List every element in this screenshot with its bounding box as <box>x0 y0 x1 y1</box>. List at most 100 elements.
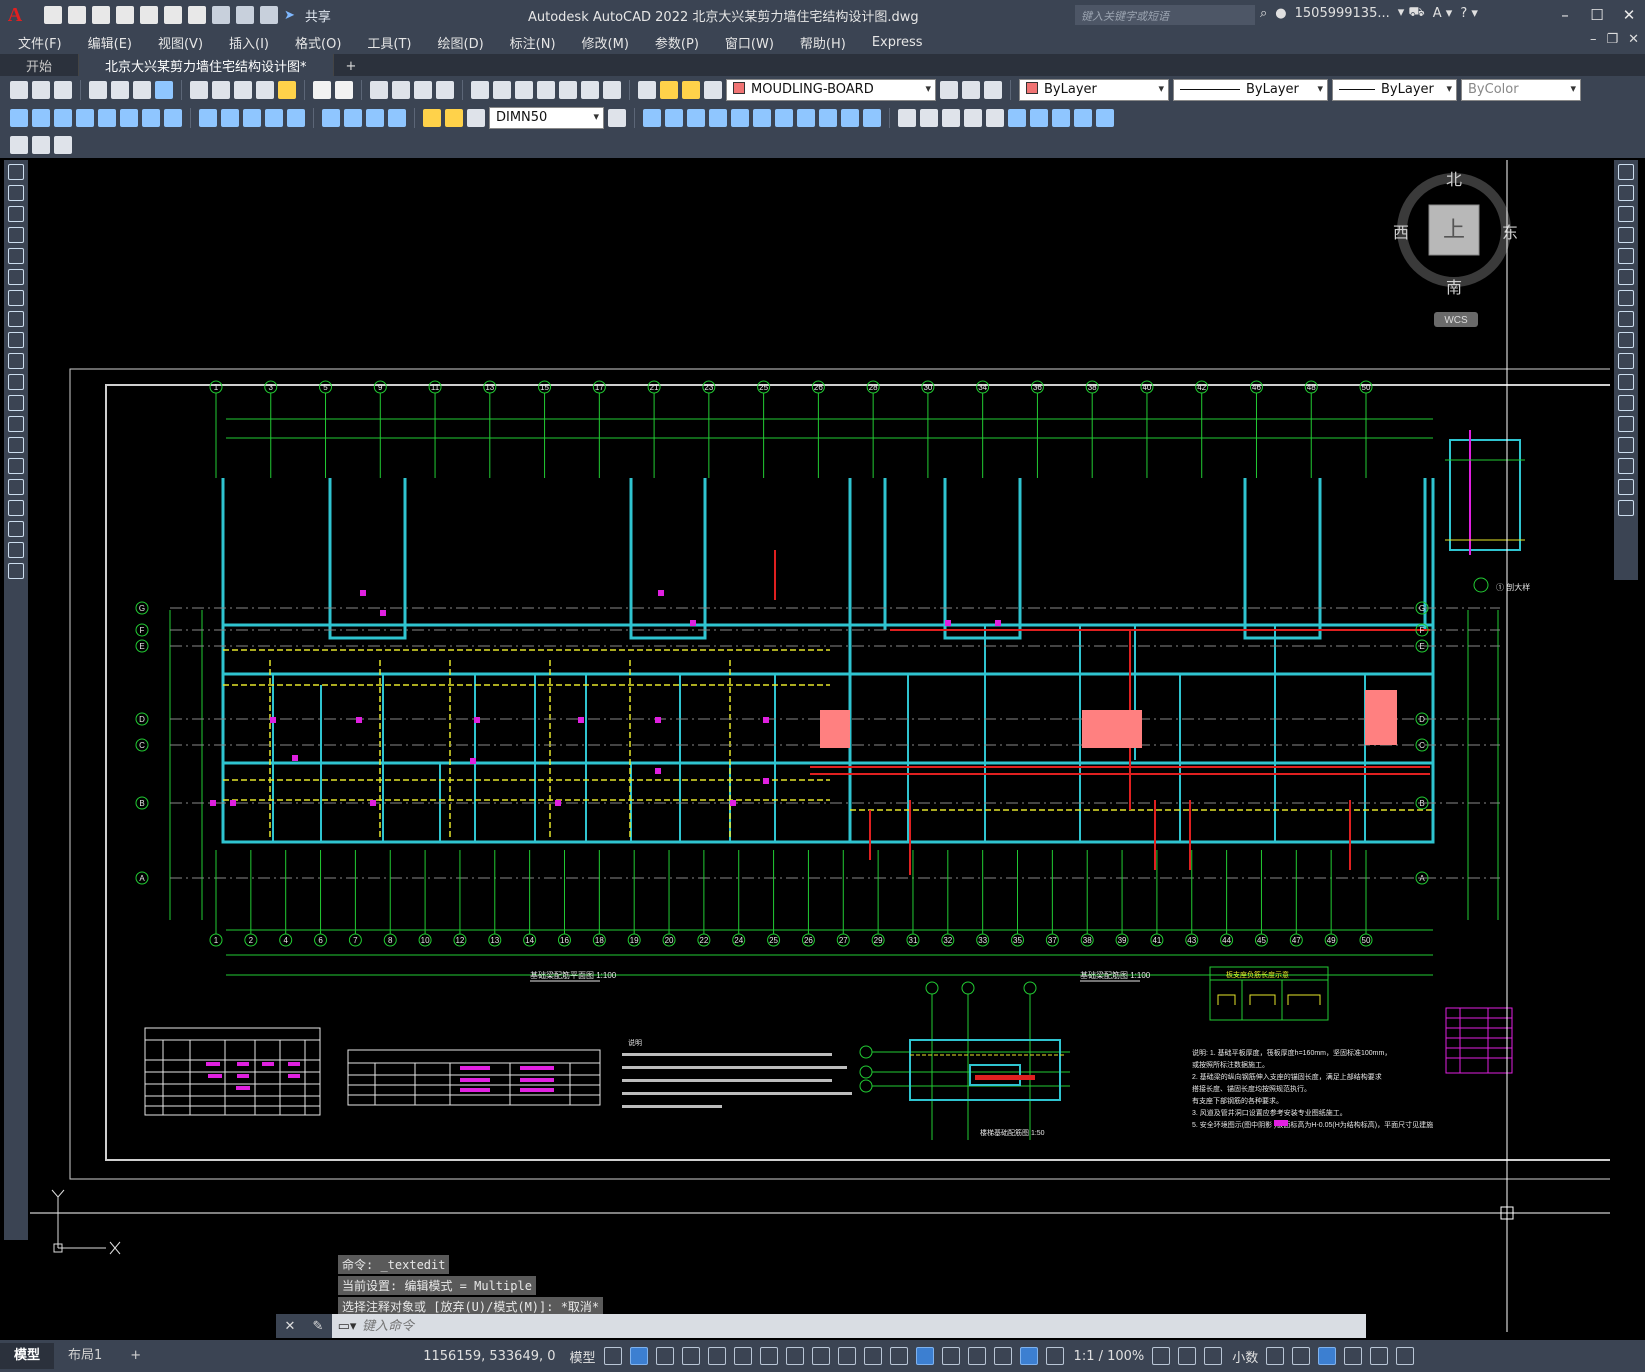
new-icon[interactable] <box>10 81 28 99</box>
linear-dim-icon[interactable] <box>10 109 28 127</box>
menu-item[interactable]: 绘图(D) <box>438 33 484 52</box>
tab-layout[interactable]: 布局1 <box>54 1343 116 1369</box>
redo-icon[interactable] <box>335 81 353 99</box>
scale-icon[interactable] <box>1618 311 1634 327</box>
polyline-icon[interactable] <box>8 206 24 222</box>
command-input[interactable] <box>362 1318 1366 1334</box>
revcloud-icon[interactable] <box>8 311 24 327</box>
menu-item[interactable]: 窗口(W) <box>725 33 774 52</box>
add-layout-button[interactable]: + <box>116 1343 155 1369</box>
dim-break-icon[interactable] <box>287 109 305 127</box>
cut-icon[interactable] <box>190 81 208 99</box>
transparency-icon[interactable] <box>863 1347 882 1365</box>
rectangle-icon[interactable] <box>8 248 24 264</box>
join-icon[interactable] <box>1618 416 1634 432</box>
aligned-dim-icon[interactable] <box>32 109 50 127</box>
union-icon[interactable] <box>898 109 916 127</box>
properties-icon[interactable] <box>471 81 489 99</box>
continue-dim-icon[interactable] <box>243 109 261 127</box>
ortho-icon[interactable] <box>707 1347 726 1365</box>
viewcube-east[interactable]: 东 <box>1502 224 1518 242</box>
calculator-icon[interactable] <box>581 81 599 99</box>
array-icon[interactable] <box>1618 248 1634 264</box>
jogged-linear-icon[interactable] <box>388 109 406 127</box>
layer-properties-icon[interactable] <box>638 81 656 99</box>
make-current-layer-icon[interactable] <box>940 81 958 99</box>
tab-drawing[interactable]: 北京大兴某剪力墙住宅结构设计图* <box>79 54 334 76</box>
3d-dwf-icon[interactable] <box>155 81 173 99</box>
dynamic-input-icon[interactable] <box>681 1347 700 1365</box>
trim-icon[interactable] <box>1618 353 1634 369</box>
menu-item[interactable]: 标注(N) <box>510 33 556 52</box>
dim-style-icon[interactable] <box>608 109 626 127</box>
customization-icon[interactable] <box>1396 1347 1415 1365</box>
units-icon[interactable] <box>1204 1347 1223 1365</box>
print-preview-icon[interactable] <box>111 81 129 99</box>
inspection-icon[interactable] <box>366 109 384 127</box>
copy-icon[interactable] <box>1618 185 1634 201</box>
rotate-icon[interactable] <box>1618 290 1634 306</box>
quick-dim-icon[interactable] <box>199 109 217 127</box>
open-web-icon[interactable] <box>140 6 158 24</box>
dim-text-edit-icon[interactable] <box>445 109 463 127</box>
doc-minimize-icon[interactable]: – <box>1590 32 1597 47</box>
extrude-icon[interactable] <box>797 109 815 127</box>
customize-command-icon[interactable]: ✎ <box>313 1319 324 1334</box>
save-as-icon[interactable] <box>116 6 134 24</box>
pyramid-icon[interactable] <box>775 109 793 127</box>
spline-icon[interactable] <box>8 332 24 348</box>
dim-space-icon[interactable] <box>265 109 283 127</box>
open-icon[interactable] <box>32 81 50 99</box>
graphics-performance-icon[interactable] <box>1344 1347 1363 1365</box>
help-search-input[interactable]: 键入关键字或短语 <box>1075 5 1255 25</box>
layer-previous-icon[interactable] <box>962 81 980 99</box>
cone-icon[interactable] <box>709 109 727 127</box>
selection-filter-icon[interactable] <box>967 1347 986 1365</box>
tolerance-icon[interactable] <box>322 109 340 127</box>
grid-icon[interactable] <box>603 1347 622 1365</box>
menu-item[interactable]: 视图(V) <box>158 33 203 52</box>
snap-icon[interactable] <box>629 1347 648 1365</box>
layer-lock-icon[interactable] <box>704 81 722 99</box>
layer-freeze-icon[interactable] <box>682 81 700 99</box>
zoom-window-icon[interactable] <box>414 81 432 99</box>
wedge-icon[interactable] <box>731 109 749 127</box>
menu-item[interactable]: 参数(P) <box>655 33 699 52</box>
menu-item[interactable]: 工具(T) <box>367 33 411 52</box>
dim-edit-icon[interactable] <box>423 109 441 127</box>
break-icon[interactable] <box>1618 395 1634 411</box>
search-icon[interactable]: ⌕ <box>1260 6 1267 21</box>
3d-osnap-icon[interactable] <box>915 1347 934 1365</box>
help-icon[interactable]: ? ▾ <box>1460 6 1478 21</box>
3d-array-icon[interactable] <box>1074 109 1092 127</box>
viewcube-south[interactable]: 南 <box>1446 279 1462 297</box>
auto-scale-icon[interactable] <box>1045 1347 1064 1365</box>
quick-properties-icon[interactable] <box>1266 1347 1285 1365</box>
viewcube-west[interactable]: 西 <box>1393 225 1409 242</box>
extend-icon[interactable] <box>1618 374 1634 390</box>
3d-rotate-icon[interactable] <box>1030 109 1048 127</box>
pan-icon[interactable] <box>370 81 388 99</box>
open-file-icon[interactable] <box>68 6 86 24</box>
revolve-icon[interactable] <box>819 109 837 127</box>
publish-icon[interactable] <box>133 81 151 99</box>
doc-close-icon[interactable]: ✕ <box>1628 32 1639 47</box>
data-link-icon[interactable] <box>54 136 72 154</box>
viewcube[interactable] <box>1397 173 1511 327</box>
linetype-dropdown[interactable]: ByLayer <box>1173 79 1328 101</box>
polygon-icon[interactable] <box>8 227 24 243</box>
offset-icon[interactable] <box>1618 227 1634 243</box>
coordinates-readout[interactable]: 1156159, 533649, 0 <box>423 1349 555 1364</box>
add-selected-icon[interactable] <box>8 563 24 579</box>
point-icon[interactable] <box>8 437 24 453</box>
3d-move-icon[interactable] <box>1008 109 1026 127</box>
dim-update-icon[interactable] <box>467 109 485 127</box>
gizmo-icon[interactable] <box>993 1347 1012 1365</box>
insert-block-icon[interactable] <box>8 395 24 411</box>
customize-qat-icon[interactable] <box>260 6 278 24</box>
isolate-objects-icon[interactable] <box>1318 1347 1337 1365</box>
viewcube-top-label[interactable]: 上 <box>1443 217 1465 242</box>
construction-line-icon[interactable] <box>8 185 24 201</box>
annotation-monitor-icon[interactable] <box>1178 1347 1197 1365</box>
center-mark-icon[interactable] <box>344 109 362 127</box>
